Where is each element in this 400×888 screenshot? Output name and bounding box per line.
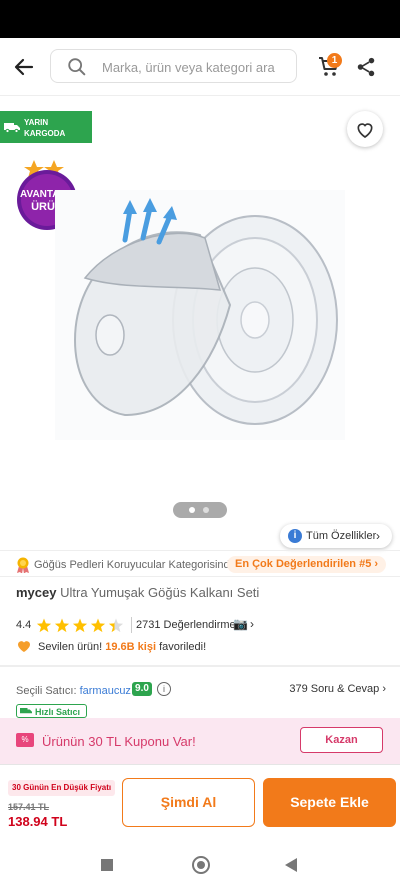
cargo-label-line2: KARGODA xyxy=(24,129,66,138)
truck-icon xyxy=(20,708,32,714)
category-rank-badge[interactable]: En Çok Değerlendirilen #5 › xyxy=(227,556,387,573)
seller-name-link[interactable]: farmaucuz xyxy=(80,685,131,697)
pager-dot-active xyxy=(189,507,195,513)
back-arrow-icon[interactable] xyxy=(12,55,36,79)
old-price: 157.41 TL xyxy=(8,802,50,812)
rating-value: 4.4 xyxy=(16,619,32,631)
divider xyxy=(0,550,400,551)
system-nav-bar xyxy=(0,848,400,888)
rating-row[interactable]: 4.4 2731 Değerlendirme 📷 › xyxy=(16,617,396,635)
questions-link[interactable]: 379 Soru & Cevap › xyxy=(289,683,386,695)
share-icon[interactable] xyxy=(355,56,377,78)
product-name: Ultra Yumuşak Göğüs Kalkanı Seti xyxy=(60,585,260,600)
questions-label: 379 Soru & Cevap xyxy=(289,683,380,695)
info-icon[interactable]: i xyxy=(157,682,171,696)
orange-heart-icon xyxy=(18,641,30,652)
coupon-claim-button[interactable]: Kazan xyxy=(300,727,383,753)
medal-icon xyxy=(17,557,29,573)
category-text: Göğüs Pedleri Koruyucular Kategorisinde xyxy=(34,559,236,571)
pager-dot xyxy=(203,507,209,513)
product-image[interactable] xyxy=(55,190,345,440)
cargo-label-line1: YARIN xyxy=(24,118,49,127)
rating-stars xyxy=(36,618,124,633)
rating-star xyxy=(90,618,106,633)
rating-star xyxy=(36,618,52,633)
truck-icon xyxy=(4,123,20,133)
next-day-cargo-badge: YARIN KARGODA xyxy=(0,111,92,143)
recent-apps-icon[interactable] xyxy=(101,859,113,871)
favorite-button[interactable] xyxy=(347,111,383,147)
seller-row: Seçili Satıcı: farmaucuz 9.0 i 379 Soru … xyxy=(16,682,386,702)
review-count: 2731 Değerlendirme xyxy=(136,619,236,631)
rating-separator xyxy=(131,617,132,633)
heart-icon xyxy=(357,123,373,138)
lowest-price-tag: 30 Günün En Düşük Fiyatı xyxy=(8,780,116,796)
image-pager[interactable] xyxy=(173,502,227,518)
category-rank-row[interactable]: Göğüs Pedleri Koruyucular Kategorisinde … xyxy=(16,556,400,574)
back-icon[interactable] xyxy=(285,858,297,872)
all-features-button[interactable]: i Tüm Özellikler › xyxy=(280,524,392,548)
rating-star xyxy=(54,618,70,633)
search-input[interactable]: Marka, ürün veya kategori ara xyxy=(50,49,297,83)
chevron-right-icon: › xyxy=(376,529,380,543)
divider xyxy=(0,576,400,577)
coupon-text: Ürünün 30 TL Kuponu Var! xyxy=(42,734,196,749)
add-to-cart-button[interactable]: Sepete Ekle xyxy=(263,778,396,827)
product-brand[interactable]: mycey xyxy=(16,585,56,600)
seller-score-badge: 9.0 xyxy=(132,682,152,696)
product-title: mycey Ultra Yumuşak Göğüs Kalkanı Seti xyxy=(16,585,259,600)
status-bar xyxy=(0,0,400,38)
loved-prefix: Sevilen ürün! xyxy=(38,641,106,653)
fast-seller-badge: Hızlı Satıcı xyxy=(16,704,87,718)
camera-icon: 📷 xyxy=(233,617,248,631)
purchase-bar: 30 Günün En Düşük Fiyatı 157.41 TL 138.9… xyxy=(0,764,400,848)
current-price: 138.94 TL xyxy=(8,814,68,829)
rating-star xyxy=(108,618,124,633)
seller-label: Seçili Satıcı: xyxy=(16,685,80,697)
loved-suffix: favoriledi! xyxy=(156,641,207,653)
buy-now-button[interactable]: Şimdi Al xyxy=(122,778,255,827)
coupon-banner: % Ürünün 30 TL Kuponu Var! Kazan xyxy=(0,718,400,764)
home-icon[interactable] xyxy=(192,856,210,874)
top-header: Marka, ürün veya kategori ara 1 xyxy=(0,38,400,96)
search-icon xyxy=(68,58,86,76)
loved-count: 19.6B kişi xyxy=(105,641,157,653)
cart-count-badge: 1 xyxy=(327,53,342,68)
coupon-icon: % xyxy=(16,733,34,747)
fast-seller-label: Hızlı Satıcı xyxy=(35,707,81,717)
category-rank-label: En Çok Değerlendirilen #5 xyxy=(235,558,372,570)
search-placeholder: Marka, ürün veya kategori ara xyxy=(102,60,275,75)
rating-star xyxy=(72,618,88,633)
all-features-label: Tüm Özellikler xyxy=(306,530,377,542)
info-icon: i xyxy=(288,529,302,543)
chevron-right-icon: › xyxy=(250,617,254,631)
divider xyxy=(0,665,400,667)
